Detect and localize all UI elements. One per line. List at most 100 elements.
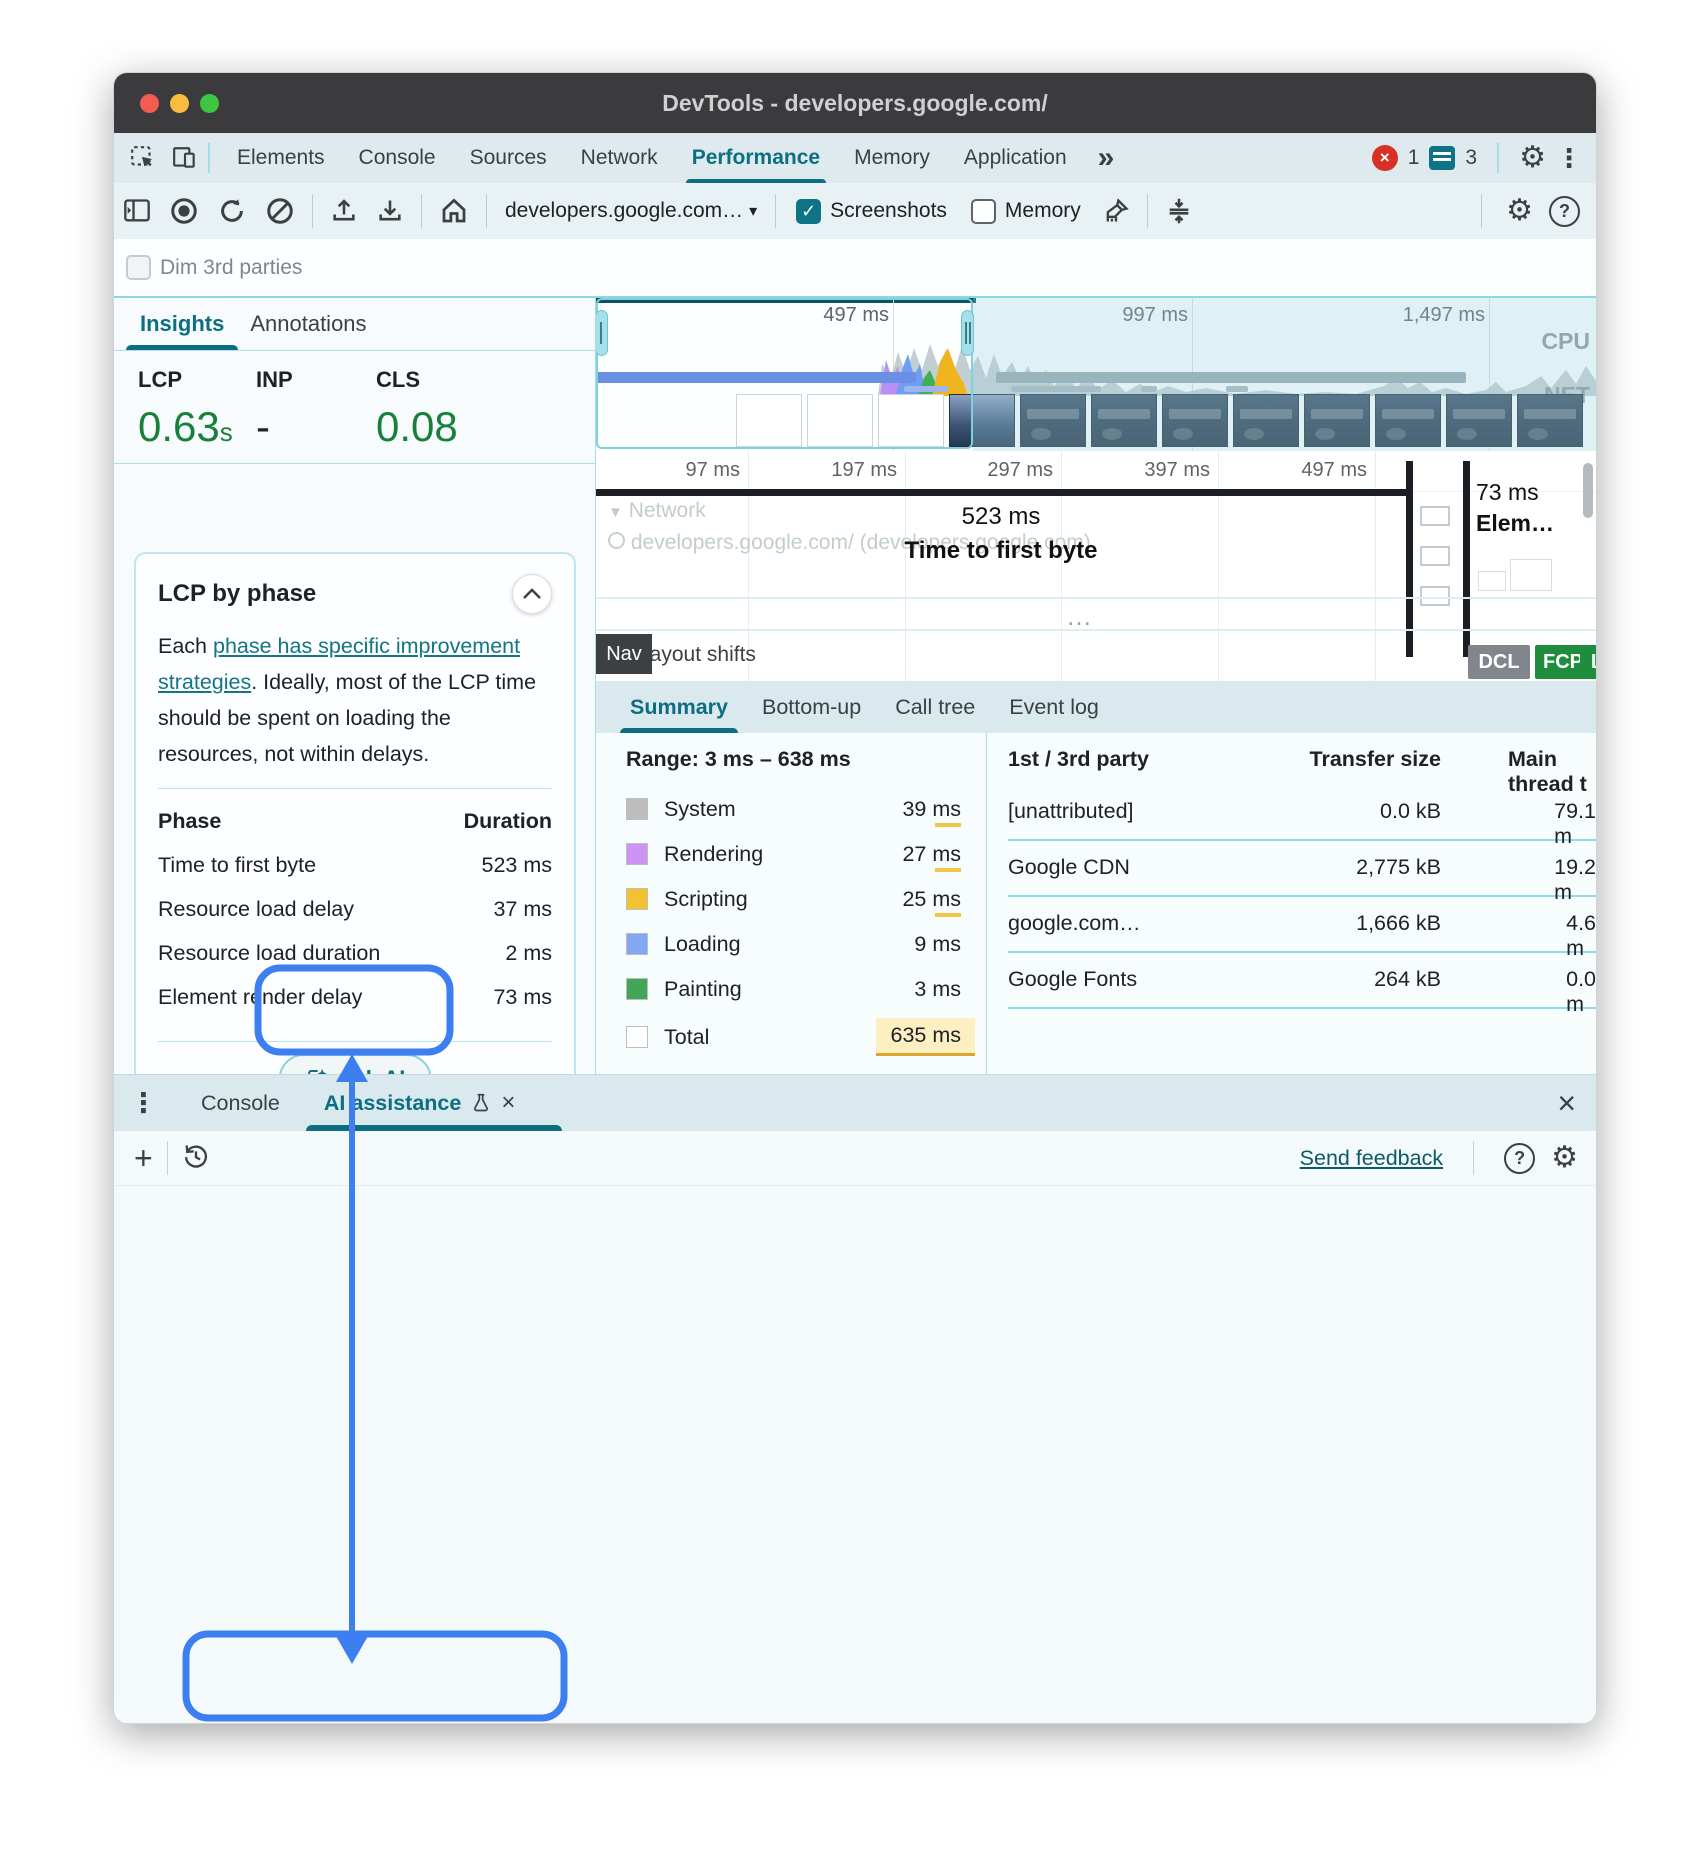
tab-sources[interactable]: Sources	[470, 133, 547, 183]
duration-column: Duration	[464, 809, 552, 834]
menu-kebab-icon[interactable]: ⋮	[1556, 143, 1582, 174]
settings-gear-icon[interactable]: ⚙	[1519, 143, 1546, 173]
timeline-tracks[interactable]: 97 ms 197 ms 297 ms 397 ms 497 ms ▼ Netw…	[596, 451, 1596, 681]
history-icon[interactable]	[182, 1142, 210, 1175]
lcp-marker[interactable]: L	[1580, 645, 1596, 679]
navigation-history-select[interactable]: developers.google.com… ▾	[505, 199, 757, 223]
desc-text: Each	[158, 634, 213, 658]
expand-tracks-button[interactable]: …	[1066, 601, 1095, 632]
tab-memory[interactable]: Memory	[854, 133, 930, 183]
memory-checkbox[interactable]: Memory	[971, 199, 1081, 224]
settings-gear-icon[interactable]: ⚙	[1551, 1143, 1578, 1173]
tab-bottom-up[interactable]: Bottom-up	[762, 681, 861, 733]
toggle-sidebar-icon[interactable]	[123, 197, 151, 225]
tab-summary[interactable]: Summary	[630, 681, 728, 733]
send-feedback-link[interactable]: Send feedback	[1300, 1146, 1443, 1171]
main-thread-cell: 4.6 m	[1566, 911, 1596, 961]
scrollbar-thumb[interactable]	[1583, 463, 1593, 518]
capture-settings-gear-icon[interactable]: ⚙	[1506, 196, 1533, 226]
checkbox-checked-icon: ✓	[796, 199, 821, 224]
table-row[interactable]: google.com… 1,666 kB 4.6 m	[1008, 899, 1596, 953]
collect-garbage-icon[interactable]	[1102, 197, 1130, 225]
close-drawer-icon[interactable]: ×	[1557, 1085, 1576, 1122]
tab-performance[interactable]: Performance	[692, 133, 820, 183]
issues-icon[interactable]	[1429, 146, 1455, 170]
divider	[596, 629, 1596, 631]
party-cell: Google Fonts	[1008, 967, 1137, 992]
new-chat-icon[interactable]: +	[134, 1140, 153, 1177]
gridline	[1061, 451, 1062, 681]
legend-value: 25 ms	[902, 887, 961, 912]
timeline-overview[interactable]: 497 ms 997 ms 1,497 ms CPU NET	[596, 298, 1596, 451]
table-row[interactable]: [unattributed] 0.0 kB 79.1 m	[1008, 787, 1596, 841]
toolbar-right-controls: ⚙ ?	[1473, 194, 1580, 228]
phase-duration: 2 ms	[505, 941, 552, 966]
card-description: Each phase has specific improvement stra…	[158, 628, 552, 772]
selection-left-handle[interactable]	[596, 310, 608, 356]
phase-duration: 37 ms	[493, 897, 552, 922]
tab-application[interactable]: Application	[964, 133, 1067, 183]
drawer-tab-console[interactable]: Console	[201, 1091, 280, 1116]
tab-network[interactable]: Network	[581, 133, 658, 183]
details-tab-bar: Summary Bottom-up Call tree Event log	[596, 681, 1596, 734]
close-tab-icon[interactable]: ×	[501, 1089, 515, 1117]
divider	[167, 1141, 168, 1175]
range-label: Range: 3 ms – 638 ms	[626, 747, 851, 772]
table-row[interactable]: Google CDN 2,775 kB 19.2 m	[1008, 843, 1596, 897]
legend-total-value: 635 ms	[876, 1018, 975, 1056]
help-icon[interactable]: ?	[1504, 1143, 1535, 1174]
error-count: 1	[1408, 146, 1420, 170]
layout-shifts-label[interactable]: Layout shifts	[638, 643, 756, 667]
inp-value: -	[256, 403, 293, 451]
drawer-tab-ai-assistance[interactable]: AI assistance ×	[324, 1089, 515, 1117]
clear-icon[interactable]	[265, 196, 295, 226]
home-icon[interactable]	[439, 196, 469, 226]
tab-annotations[interactable]: Annotations	[250, 298, 366, 350]
dcl-marker[interactable]: DCL	[1468, 645, 1530, 679]
legend-swatch	[626, 1026, 648, 1048]
table-row[interactable]: Google Fonts 264 kB 0.0 m	[1008, 955, 1596, 1009]
phase-row: Resource load duration 2 ms	[158, 931, 552, 975]
error-badge-icon[interactable]: ×	[1372, 145, 1398, 171]
lcp-by-phase-card[interactable]: LCP by phase Each phase has specific imp…	[134, 552, 576, 1118]
issue-count: 3	[1465, 146, 1477, 170]
record-icon[interactable]	[169, 196, 199, 226]
reload-record-icon[interactable]	[217, 196, 247, 226]
drawer-tab-bar: ⋮ Console AI assistance × ×	[114, 1075, 1596, 1131]
lcp-unit: s	[220, 417, 233, 447]
ttfb-annotation: 523 ms Time to first byte	[796, 503, 1206, 565]
collapse-card-button[interactable]	[512, 574, 552, 614]
download-profile-icon[interactable]	[376, 197, 404, 225]
triangle-down-icon: ▼	[608, 504, 623, 521]
tab-insights[interactable]: Insights	[140, 298, 224, 350]
tab-elements[interactable]: Elements	[237, 133, 325, 183]
phase-row: Element render delay 73 ms	[158, 975, 552, 1019]
party-column: 1st / 3rd party	[1008, 747, 1149, 772]
inspect-icon[interactable]	[130, 145, 156, 171]
help-icon[interactable]: ?	[1549, 196, 1580, 227]
title-bar: DevTools - developers.google.com/	[114, 73, 1596, 133]
drawer-menu-kebab-icon[interactable]: ⋮	[130, 1088, 157, 1119]
upload-profile-icon[interactable]	[330, 197, 358, 225]
collapse-sections-icon[interactable]	[1165, 197, 1193, 225]
phase-row: Resource load delay 37 ms	[158, 887, 552, 931]
screenshots-checkbox[interactable]: ✓ Screenshots	[796, 199, 947, 224]
ttfb-end-line	[1406, 461, 1413, 657]
device-toolbar-icon[interactable]	[172, 145, 198, 171]
legend-row: Painting 3 ms	[626, 969, 961, 1009]
divider	[1473, 1141, 1474, 1175]
overview-selection-window[interactable]	[596, 298, 973, 449]
dim-3rd-parties-label: Dim 3rd parties	[160, 256, 302, 280]
tab-event-log[interactable]: Event log	[1009, 681, 1099, 733]
tab-console[interactable]: Console	[359, 133, 436, 183]
selection-right-handle[interactable]	[961, 310, 974, 356]
element-outline	[1510, 559, 1552, 591]
transfer-cell: 2,775 kB	[1356, 855, 1441, 880]
dim-3rd-parties-checkbox[interactable]: Dim 3rd parties	[126, 255, 302, 280]
legend-swatch	[626, 888, 648, 910]
network-section-label[interactable]: ▼ Network	[608, 499, 706, 523]
legend-swatch	[626, 843, 648, 865]
more-tabs-icon[interactable]: »	[1098, 141, 1115, 175]
tab-call-tree[interactable]: Call tree	[895, 681, 975, 733]
phase-column: Phase	[158, 809, 221, 834]
